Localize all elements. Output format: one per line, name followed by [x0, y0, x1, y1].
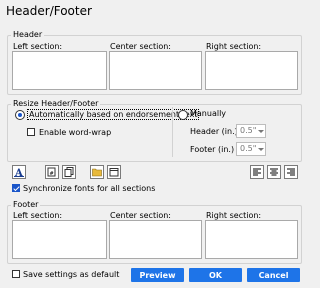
header-group-title: Header	[11, 30, 45, 39]
footer-height-value: 0.5"	[240, 144, 257, 153]
auto-resize-label[interactable]: Automatically based on endorsement text	[27, 109, 200, 120]
resize-divider	[172, 107, 173, 157]
sync-fonts-checkbox[interactable]	[12, 184, 20, 192]
auto-resize-radio[interactable]	[15, 110, 25, 120]
header-height-value: 0.5"	[240, 126, 257, 135]
align-left-button[interactable]	[250, 165, 264, 179]
folder-button[interactable]	[90, 165, 104, 179]
align-right-button[interactable]	[284, 165, 298, 179]
date-icon	[109, 168, 119, 177]
footer-height-spinner[interactable]: 0.5"	[236, 142, 266, 156]
manual-resize-radio[interactable]	[178, 110, 188, 120]
manual-resize-label[interactable]: Manually	[190, 109, 226, 118]
chevron-down-icon[interactable]	[258, 130, 264, 133]
save-default-label[interactable]: Save settings as default	[23, 270, 119, 279]
footer-left-label: Left section:	[13, 211, 63, 220]
header-height-label: Header (in.)	[190, 127, 238, 136]
total-pages-button[interactable]	[62, 165, 76, 179]
footer-left-textbox[interactable]	[12, 220, 107, 259]
word-wrap-label[interactable]: Enable word-wrap	[39, 128, 111, 137]
header-center-label: Center section:	[110, 42, 171, 51]
date-button[interactable]	[107, 165, 121, 179]
header-left-label: Left section:	[13, 42, 63, 51]
page-number-button[interactable]: #	[45, 165, 59, 179]
footer-center-label: Center section:	[110, 211, 171, 220]
align-center-icon	[270, 168, 278, 176]
svg-text:A: A	[14, 168, 23, 177]
chevron-down-icon[interactable]	[258, 148, 264, 151]
footer-height-label: Footer (in.)	[190, 145, 235, 154]
header-right-textbox[interactable]	[205, 51, 298, 90]
preview-button[interactable]: Preview	[131, 268, 184, 282]
footer-right-label: Right section:	[206, 211, 262, 220]
footer-center-textbox[interactable]	[109, 220, 202, 259]
font-button[interactable]: A	[12, 165, 26, 179]
resize-group-title: Resize Header/Footer	[11, 99, 101, 108]
save-default-checkbox[interactable]	[12, 270, 20, 278]
header-left-textbox[interactable]	[12, 51, 107, 90]
dialog-title: Header/Footer	[6, 4, 92, 18]
font-icon: A	[14, 168, 24, 177]
folder-icon	[92, 168, 102, 177]
align-left-icon	[253, 168, 261, 176]
sync-fonts-label[interactable]: Synchronize fonts for all sections	[23, 184, 155, 193]
total-pages-icon	[64, 167, 74, 177]
svg-text:#: #	[50, 171, 54, 177]
page-number-icon: #	[47, 167, 56, 177]
footer-group-title: Footer	[11, 200, 41, 209]
header-height-spinner[interactable]: 0.5"	[236, 124, 266, 138]
align-center-button[interactable]	[267, 165, 281, 179]
footer-right-textbox[interactable]	[205, 220, 298, 259]
header-center-textbox[interactable]	[109, 51, 202, 90]
word-wrap-checkbox[interactable]	[27, 128, 35, 136]
align-right-icon	[287, 168, 295, 176]
cancel-button[interactable]: Cancel	[247, 268, 300, 282]
header-right-label: Right section:	[206, 42, 262, 51]
ok-button[interactable]: OK	[189, 268, 242, 282]
